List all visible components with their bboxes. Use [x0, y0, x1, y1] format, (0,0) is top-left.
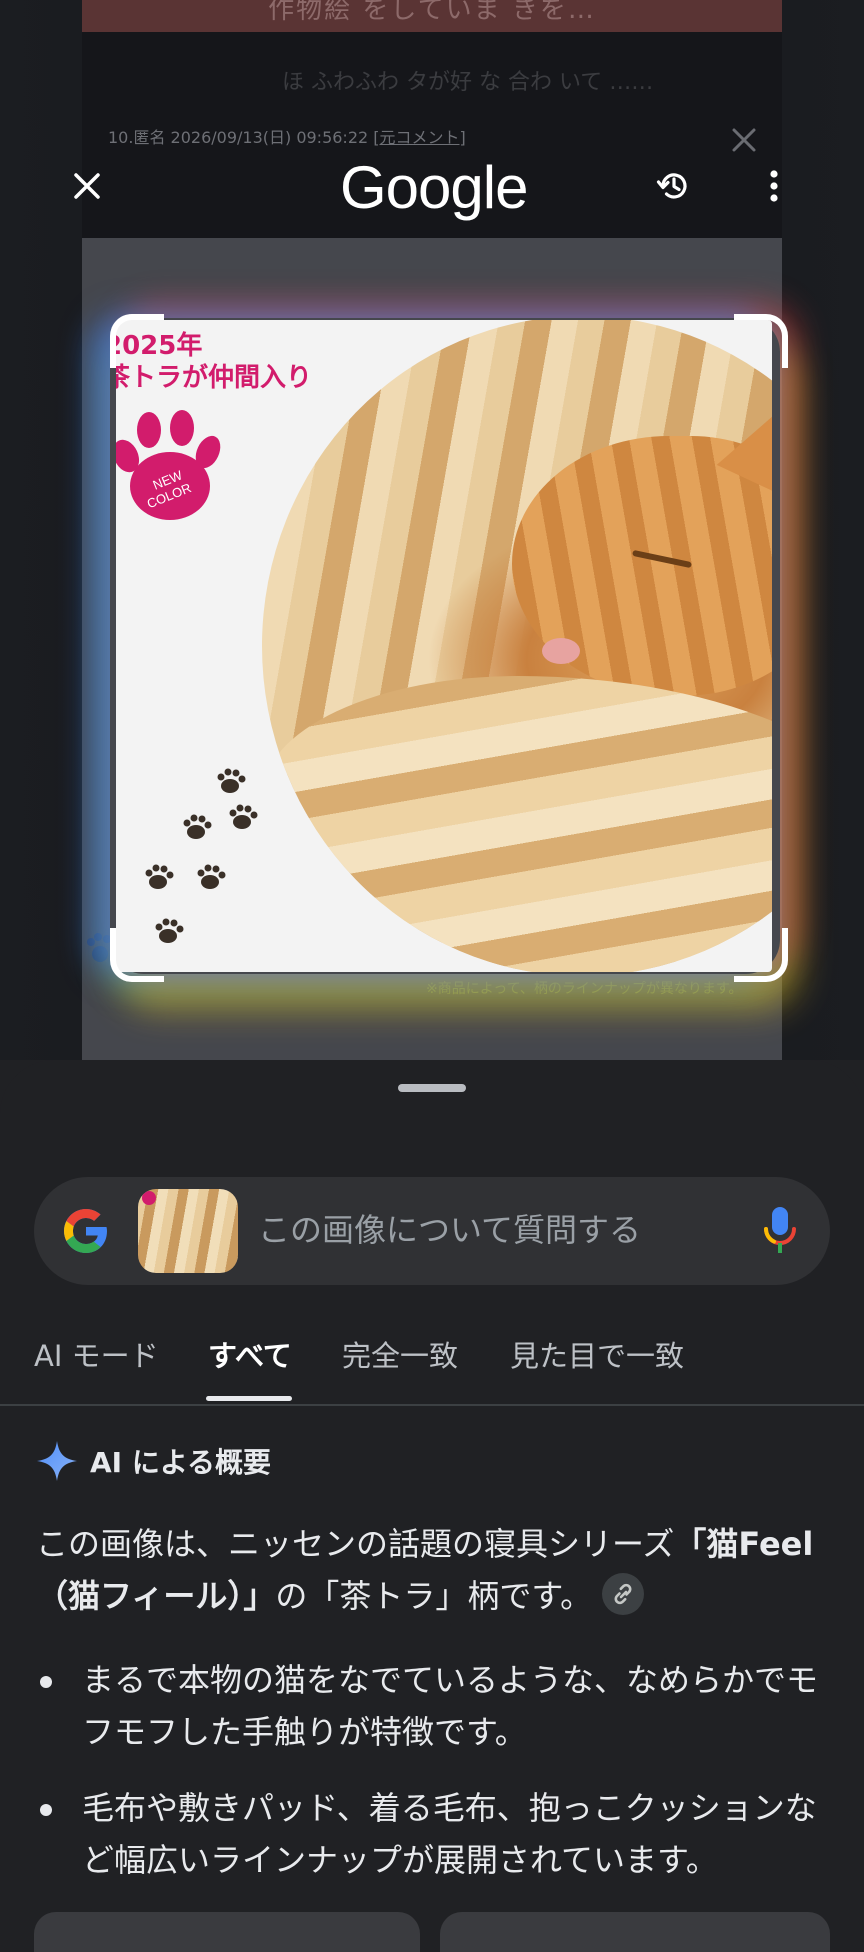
tab-all[interactable]: すべて — [208, 1336, 292, 1376]
crop-handle-top-left[interactable] — [110, 314, 164, 368]
selected-image[interactable]: 2025年 茶トラが仲間入り NEW COLOR — [116, 320, 772, 972]
ai-overview-title: AI による概要 — [90, 1446, 271, 1479]
mic-icon[interactable] — [760, 1205, 800, 1257]
history-button[interactable] — [646, 158, 702, 214]
google-logo: Google — [340, 154, 528, 221]
result-tabs: AI モード すべて 完全一致 見た目で一致 — [0, 1324, 864, 1406]
tab-ai-mode[interactable]: AI モード — [34, 1336, 159, 1376]
result-card-peek[interactable] — [34, 1912, 420, 1952]
background-product-note: ※商品によって、柄のラインナップが異なります。 — [426, 981, 743, 997]
active-tab-indicator — [206, 1396, 292, 1401]
result-card-peek[interactable] — [440, 1912, 830, 1952]
tab-exact-match[interactable]: 完全一致 — [342, 1336, 458, 1376]
ai-overview-bullets: まるで本物の猫をなでているような、なめらかでモフモフした手触りが特徴です。 毛布… — [36, 1654, 826, 1910]
tab-visual-match[interactable]: 見た目で一致 — [510, 1336, 684, 1376]
ai-overview-summary: この画像は、ニッセンの話題の寝具シリーズ「猫Feel（猫フィール）」の「茶トラ」… — [36, 1518, 816, 1622]
original-comment-link[interactable]: [元コメント] — [373, 128, 466, 147]
close-icon — [74, 173, 100, 199]
background-banner: 作物絵 をしていま きを… — [82, 0, 782, 32]
search-input[interactable]: この画像について質問する — [258, 1207, 641, 1253]
history-icon — [656, 173, 687, 199]
crop-handle-bottom-left[interactable] — [110, 928, 164, 982]
background-close-icon — [732, 128, 756, 152]
blanket-fold — [262, 676, 772, 972]
search-bar[interactable]: この画像について質問する — [34, 1177, 830, 1285]
cat-nose — [542, 638, 580, 664]
source-link-button[interactable] — [602, 1573, 645, 1615]
new-color-paw-icon: NEW COLOR — [116, 410, 221, 520]
cat-photo — [262, 320, 772, 972]
close-button[interactable] — [59, 158, 115, 214]
ai-sparkle-icon — [37, 1441, 77, 1481]
ai-overview-header: AI による概要 — [36, 1440, 271, 1482]
sheet-drag-handle[interactable] — [398, 1084, 466, 1092]
summary-prefix: この画像は、ニッセンの話題の寝具シリーズ — [36, 1525, 675, 1563]
background-comment-meta: 10.匿名 2026/09/13(日) 09:56:22 [元コメント] — [108, 124, 466, 148]
more-vert-icon — [770, 170, 778, 202]
comment-meta-text: 10.匿名 2026/09/13(日) 09:56:22 — [108, 128, 369, 147]
list-item: まるで本物の猫をなでているような、なめらかでモフモフした手触りが特徴です。 — [36, 1654, 826, 1758]
crop-handle-top-right[interactable] — [734, 314, 788, 368]
google-g-icon — [64, 1209, 107, 1253]
results-sheet: この画像について質問する AI モード すべて 完全一致 見た目で一致 AI に… — [0, 1060, 864, 1952]
background-banner-text: 作物絵 をしていま きを… — [268, 0, 596, 25]
background-comment-text: ほ ふわふわ タが好 な 合わ いて …… — [282, 70, 654, 95]
lens-viewport: 作物絵 をしていま きを… ほ ふわふわ タが好 な 合わ いて …… 10.匿… — [0, 0, 864, 1060]
summary-suffix: の「茶トラ」柄です。 — [275, 1577, 593, 1615]
more-options-button[interactable] — [746, 158, 802, 214]
link-icon — [614, 1583, 632, 1605]
thumbnail-badge — [142, 1191, 156, 1205]
selected-image-thumbnail[interactable] — [138, 1189, 238, 1273]
list-item: 毛布や敷きパッド、着る毛布、抱っこクッションなど幅広いラインナップが展開されてい… — [36, 1782, 826, 1886]
crop-handle-bottom-right[interactable] — [734, 928, 788, 982]
